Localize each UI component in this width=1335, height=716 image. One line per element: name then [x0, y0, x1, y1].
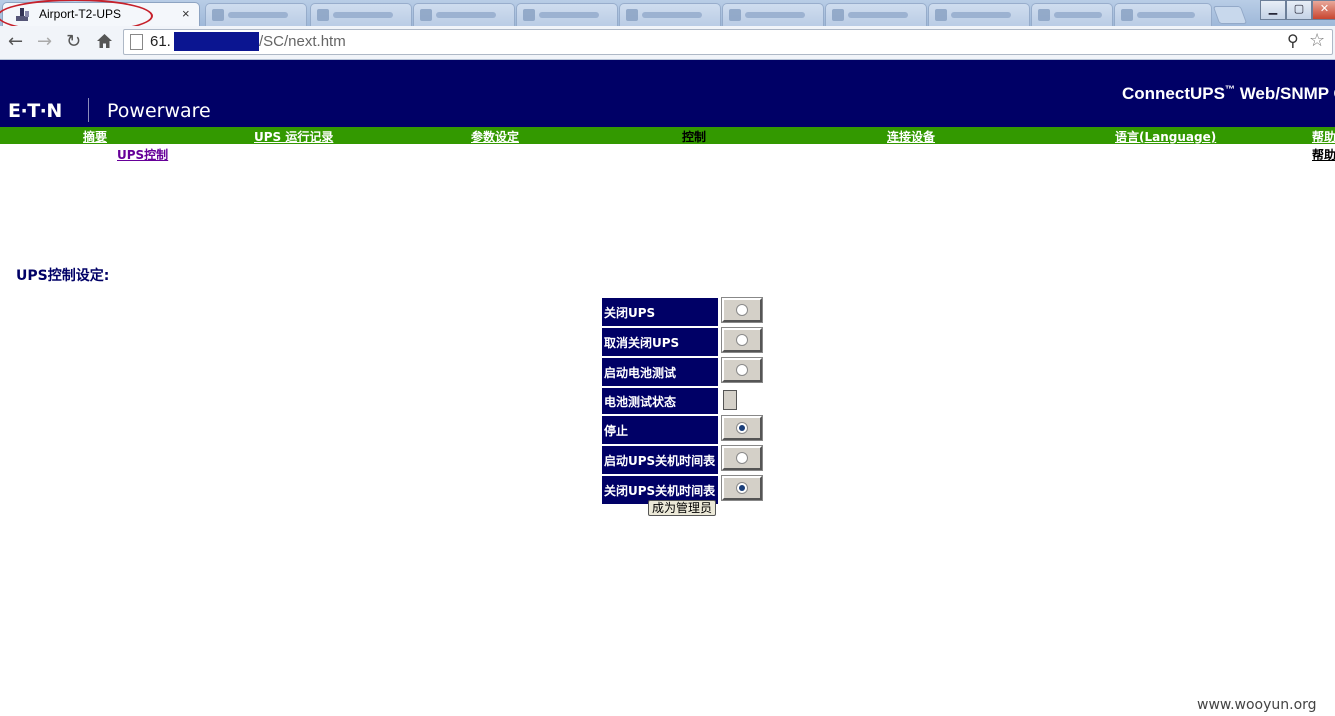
radio-button[interactable] [736, 364, 748, 376]
control-label: 启动UPS关机时间表 [602, 446, 718, 474]
browser-tab[interactable] [516, 3, 618, 26]
browser-tab[interactable] [619, 3, 721, 26]
control-label: 关闭UPS [602, 298, 718, 326]
radio-button[interactable] [736, 304, 748, 316]
submenu-ups-control[interactable]: UPS控制 [117, 146, 168, 163]
menu-settings[interactable]: 参数设定 [471, 128, 519, 144]
minimize-button[interactable]: ▁ [1260, 0, 1286, 20]
url-text-start: 61. [150, 33, 171, 50]
disable-shutdown-schedule-option[interactable] [721, 475, 763, 501]
battery-test-status [723, 390, 737, 410]
favicon-icon [523, 9, 535, 21]
radio-button-selected[interactable] [736, 482, 748, 494]
browser-tab-active[interactable]: Airport-T2-UPS × [0, 0, 200, 26]
page-title: UPS控制设定: [16, 268, 110, 284]
blurred-tab-title [436, 12, 496, 18]
product-title: ConnectUPS™ Web/SNMP C [1122, 84, 1335, 104]
logo-divider [88, 98, 89, 122]
blurred-tab-title [848, 12, 908, 18]
home-icon[interactable] [96, 33, 113, 49]
radio-button[interactable] [736, 452, 748, 464]
become-admin-button[interactable]: 成为管理员 [648, 500, 717, 516]
menu-control[interactable]: 控制 [682, 128, 706, 144]
control-label: 电池测试状态 [602, 388, 718, 414]
blurred-tab-title [1054, 12, 1102, 18]
page-icon [130, 34, 143, 50]
blurred-tab-title [228, 12, 288, 18]
favicon-icon [1038, 9, 1050, 21]
control-row: 停止 [602, 415, 763, 444]
submenu-help[interactable]: 帮助 [1312, 146, 1335, 163]
enable-shutdown-schedule-option[interactable] [721, 445, 763, 471]
menu-connected-devices[interactable]: 连接设备 [887, 128, 935, 144]
stop-option[interactable] [721, 415, 763, 441]
browser-tab-strip: Airport-T2-UPS × ▁ ▢ ✕ [0, 0, 1335, 26]
control-row: 启动UPS关机时间表 [602, 445, 763, 474]
new-tab-button[interactable] [1212, 6, 1248, 24]
blurred-tab-title [745, 12, 805, 18]
shutdown-ups-option[interactable] [721, 297, 763, 323]
radio-button[interactable] [736, 334, 748, 346]
blurred-tab-title [642, 12, 702, 18]
favicon-icon [626, 9, 638, 21]
url-text-end: /SC/next.htm [259, 33, 346, 50]
cancel-shutdown-option[interactable] [721, 327, 763, 353]
favicon-icon [212, 9, 224, 21]
address-bar[interactable]: 61. /SC/next.htm ⚲ ☆ [123, 29, 1333, 55]
menu-summary[interactable]: 摘要 [83, 128, 107, 144]
zoom-icon[interactable]: ⚲ [1287, 31, 1299, 50]
control-label: 启动电池测试 [602, 358, 718, 386]
browser-tab[interactable] [928, 3, 1030, 26]
control-row: 启动电池测试 [602, 357, 763, 386]
browser-toolbar: ← → ↻ 61. /SC/next.htm ⚲ ☆ [0, 26, 1335, 60]
tab-close-icon[interactable]: × [182, 6, 190, 21]
control-row: 关闭UPS [602, 297, 763, 326]
reload-icon[interactable]: ↻ [66, 31, 81, 52]
favicon-icon [729, 9, 741, 21]
favicon-icon [420, 9, 432, 21]
browser-tab[interactable] [310, 3, 412, 26]
bookmark-star-icon[interactable]: ☆ [1309, 30, 1325, 51]
browser-tab[interactable] [205, 3, 307, 26]
tab-title: Airport-T2-UPS [39, 7, 122, 21]
product-name: ConnectUPS [1122, 84, 1225, 103]
blurred-tab-title [951, 12, 1011, 18]
start-battery-test-option[interactable] [721, 357, 763, 383]
favicon-icon [935, 9, 947, 21]
blurred-tab-title [333, 12, 393, 18]
browser-tab[interactable] [825, 3, 927, 26]
powerware-logo: Powerware [107, 100, 211, 122]
header-banner: E·T·N Powerware ConnectUPS™ Web/SNMP C [0, 60, 1335, 127]
control-label: 取消关闭UPS [602, 328, 718, 356]
main-menu: 摘要 UPS 运行记录 参数设定 控制 连接设备 语言(Language) 帮助 [0, 127, 1335, 144]
control-table: 关闭UPS 取消关闭UPS 启动电池测试 电池测试状态 停止 启动UPS关机时间… [600, 296, 764, 506]
favicon-icon [1121, 9, 1133, 21]
forward-arrow-icon[interactable]: → [37, 31, 52, 52]
ups-favicon-icon [16, 8, 29, 21]
control-label: 停止 [602, 416, 718, 444]
watermark: www.wooyun.org [1197, 697, 1317, 713]
browser-tab[interactable] [1031, 3, 1113, 26]
browser-tab[interactable] [413, 3, 515, 26]
blurred-tab-title [1137, 12, 1195, 18]
favicon-icon [832, 9, 844, 21]
window-close-button[interactable]: ✕ [1312, 0, 1335, 20]
control-row: 取消关闭UPS [602, 327, 763, 356]
menu-ups-log[interactable]: UPS 运行记录 [254, 128, 333, 144]
maximize-button[interactable]: ▢ [1286, 0, 1312, 20]
redaction-bar [174, 32, 259, 51]
trademark: ™ [1224, 84, 1235, 96]
favicon-icon [317, 9, 329, 21]
eaton-logo: E·T·N [8, 100, 62, 122]
menu-help[interactable]: 帮助 [1312, 128, 1335, 144]
browser-tab[interactable] [1114, 3, 1212, 26]
radio-button-selected[interactable] [736, 422, 748, 434]
menu-language[interactable]: 语言(Language) [1115, 128, 1216, 144]
product-suffix: Web/SNMP C [1234, 84, 1335, 103]
browser-tab[interactable] [722, 3, 824, 26]
control-row: 电池测试状态 [602, 388, 762, 414]
blurred-tab-title [539, 12, 599, 18]
back-arrow-icon[interactable]: ← [8, 31, 23, 52]
